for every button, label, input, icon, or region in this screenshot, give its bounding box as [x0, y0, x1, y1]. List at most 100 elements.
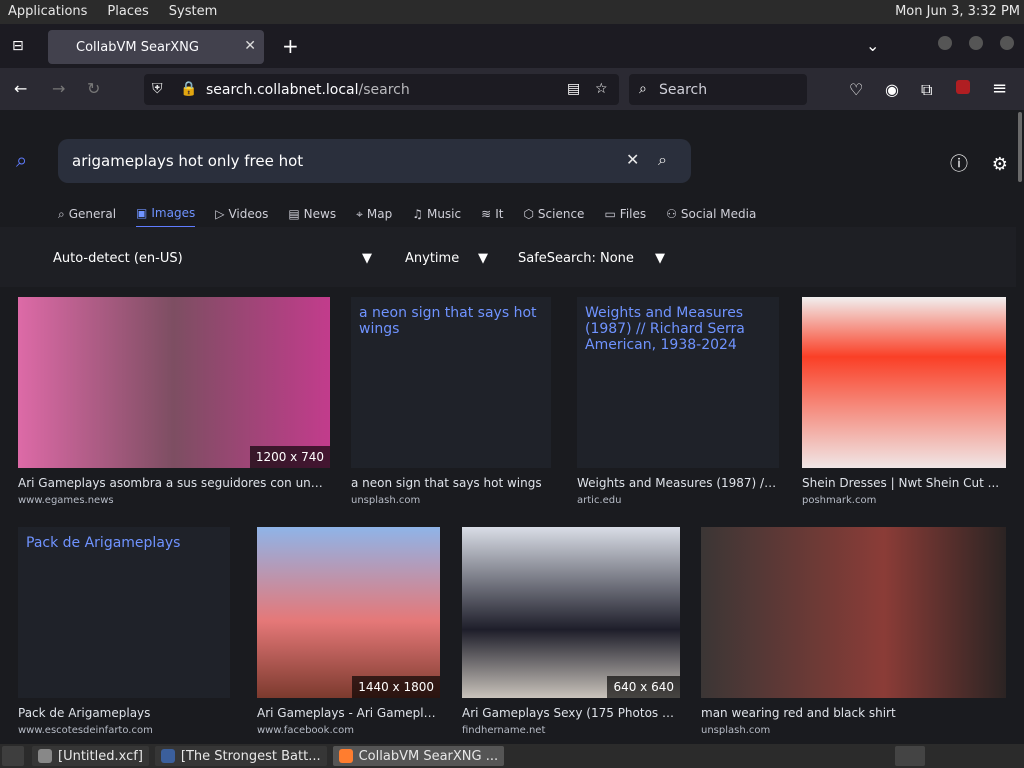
- page-scrollbar[interactable]: [1016, 110, 1024, 742]
- ublock-icon[interactable]: [956, 80, 970, 94]
- result-card-6[interactable]: 1440 x 1800 Ari Gameplays - Ari Gameplay…: [257, 527, 440, 739]
- time-dropdown-icon[interactable]: ▼: [478, 251, 488, 266]
- shield-icon: ⛨: [152, 81, 163, 97]
- menu-icon[interactable]: ≡: [992, 78, 1007, 99]
- show-desktop-icon[interactable]: [2, 746, 24, 766]
- tab-science[interactable]: ⬡ Science: [523, 200, 584, 228]
- result-card-4[interactable]: Shein Dresses | Nwt Shein Cut ... poshma…: [802, 297, 1006, 509]
- result-source[interactable]: unsplash.com: [351, 495, 420, 506]
- minimize-icon[interactable]: [938, 36, 952, 50]
- new-tab-icon[interactable]: +: [282, 34, 299, 58]
- result-image[interactable]: 1200 x 740: [18, 297, 330, 468]
- pocket-icon[interactable]: ♡: [849, 80, 863, 99]
- submit-search-icon[interactable]: ⌕: [658, 150, 667, 170]
- result-image-placeholder[interactable]: Weights and Measures (1987) // Richard S…: [577, 297, 779, 468]
- tab-general[interactable]: ⌕ General: [58, 200, 116, 228]
- reload-icon[interactable]: ↻: [87, 79, 100, 98]
- image-size-badge: 640 x 640: [607, 676, 680, 698]
- result-source[interactable]: findhername.net: [462, 725, 545, 736]
- result-image-placeholder[interactable]: a neon sign that says hot wings: [351, 297, 551, 468]
- result-source[interactable]: www.egames.news: [18, 495, 114, 506]
- workspace-switcher-icon[interactable]: [895, 746, 925, 766]
- maximize-icon[interactable]: [969, 36, 983, 50]
- close-window-icon[interactable]: [1000, 36, 1014, 50]
- language-filter[interactable]: Auto-detect (en-US): [53, 251, 183, 266]
- url-host: search.collabnet.local: [206, 81, 359, 98]
- result-source[interactable]: www.escotesdeinfarto.com: [18, 725, 153, 736]
- result-card-5[interactable]: Pack de Arigameplays Pack de Arigameplay…: [18, 527, 230, 739]
- map-pin-icon: ⌖: [356, 206, 363, 221]
- people-icon: ⚇: [666, 207, 677, 221]
- back-icon[interactable]: ←: [14, 79, 27, 98]
- layers-icon: ≋: [481, 207, 492, 221]
- account-icon[interactable]: ◉: [885, 80, 899, 99]
- result-card-7[interactable]: 640 x 640 Ari Gameplays Sexy (175 Photos…: [462, 527, 680, 739]
- result-source[interactable]: artic.edu: [577, 495, 621, 506]
- result-card-8[interactable]: man wearing red and black shirt unsplash…: [701, 527, 1006, 739]
- tab-news[interactable]: ▤ News: [288, 200, 336, 228]
- taskbar-item-gimp[interactable]: [Untitled.xcf]: [32, 746, 149, 766]
- browser-search-field[interactable]: ⌕ Search: [629, 74, 807, 105]
- search-icon: ⌕: [639, 81, 647, 97]
- clear-query-icon[interactable]: ✕: [626, 150, 639, 169]
- language-dropdown-icon[interactable]: ▼: [362, 251, 372, 266]
- tab-title: CollabVM SearXNG: [76, 39, 199, 55]
- result-caption[interactable]: Ari Gameplays - Ari Gameplay...: [257, 706, 440, 720]
- scrollbar-thumb[interactable]: [1018, 112, 1022, 182]
- result-caption[interactable]: Shein Dresses | Nwt Shein Cut ...: [802, 476, 1006, 490]
- applications-menu[interactable]: Applications: [8, 4, 87, 19]
- address-bar[interactable]: ⛨ 🔒 search.collabnet.local /search ▤ ☆: [144, 74, 619, 105]
- tab-map[interactable]: ⌖ Map: [356, 200, 392, 228]
- result-caption[interactable]: a neon sign that says hot wings: [351, 476, 551, 490]
- browser-tab[interactable]: CollabVM SearXNG ✕: [48, 30, 264, 64]
- result-image-placeholder[interactable]: Pack de Arigameplays: [18, 527, 230, 698]
- extensions-icon[interactable]: ⧉: [921, 80, 932, 100]
- system-menu[interactable]: System: [169, 4, 217, 19]
- query-text: arigameplays hot only free hot: [72, 152, 304, 170]
- result-card-1[interactable]: 1200 x 740 Ari Gameplays asombra a sus s…: [18, 297, 330, 509]
- result-caption[interactable]: Ari Gameplays Sexy (175 Photos + ...: [462, 706, 680, 720]
- image-size-badge: 1440 x 1800: [352, 676, 440, 698]
- clock: Mon Jun 3, 3:32 PM: [895, 4, 1020, 19]
- time-filter[interactable]: Anytime: [405, 251, 459, 266]
- flask-icon: ⬡: [523, 207, 534, 221]
- tab-list-icon[interactable]: ⊟: [12, 38, 24, 54]
- result-card-3[interactable]: Weights and Measures (1987) // Richard S…: [577, 297, 779, 509]
- result-image[interactable]: [802, 297, 1006, 468]
- tab-social-media[interactable]: ⚇ Social Media: [666, 200, 756, 228]
- taskbar-item-collabvm-searxng[interactable]: CollabVM SearXNG ...: [332, 746, 505, 766]
- result-image[interactable]: [701, 527, 1006, 698]
- result-image[interactable]: 640 x 640: [462, 527, 680, 698]
- tab-music[interactable]: ♫ Music: [412, 200, 461, 228]
- settings-icon[interactable]: ⚙: [992, 154, 1008, 175]
- close-tab-icon[interactable]: ✕: [244, 38, 256, 54]
- tab-it[interactable]: ≋ It: [481, 200, 503, 228]
- tab-images[interactable]: ▣ Images: [136, 200, 196, 228]
- files-icon: ▭: [604, 207, 616, 221]
- searxng-logo-icon[interactable]: ⌕: [16, 148, 27, 172]
- newspaper-icon: ▤: [288, 207, 300, 221]
- result-source[interactable]: www.facebook.com: [257, 725, 354, 736]
- forward-icon[interactable]: →: [52, 79, 65, 98]
- result-caption[interactable]: man wearing red and black shirt: [701, 706, 1006, 720]
- reader-mode-icon[interactable]: ▤: [567, 81, 580, 97]
- result-source[interactable]: unsplash.com: [701, 725, 770, 736]
- result-source[interactable]: poshmark.com: [802, 495, 876, 506]
- gimp-icon: [38, 749, 52, 763]
- result-image[interactable]: 1440 x 1800: [257, 527, 440, 698]
- result-caption[interactable]: Pack de Arigameplays: [18, 706, 230, 720]
- safesearch-filter[interactable]: SafeSearch: None: [518, 251, 634, 266]
- query-input[interactable]: arigameplays hot only free hot ✕ ⌕: [58, 139, 691, 183]
- places-menu[interactable]: Places: [107, 4, 148, 19]
- tab-videos[interactable]: ▷ Videos: [215, 200, 268, 228]
- navigation-bar: ← → ↻ ⛨ 🔒 search.collabnet.local /search…: [0, 68, 1024, 110]
- taskbar-item-strongest-battle[interactable]: [The Strongest Batt...: [154, 746, 327, 766]
- safesearch-dropdown-icon[interactable]: ▼: [655, 251, 665, 266]
- result-card-2[interactable]: a neon sign that says hot wings a neon s…: [351, 297, 551, 509]
- result-caption[interactable]: Weights and Measures (1987) // ...: [577, 476, 779, 490]
- result-caption[interactable]: Ari Gameplays asombra a sus seguidores c…: [18, 476, 330, 490]
- tab-files[interactable]: ▭ Files: [604, 200, 646, 228]
- chevron-down-icon[interactable]: ⌄: [866, 36, 879, 55]
- info-icon[interactable]: ⓘ: [950, 154, 968, 175]
- star-icon[interactable]: ☆: [595, 81, 608, 97]
